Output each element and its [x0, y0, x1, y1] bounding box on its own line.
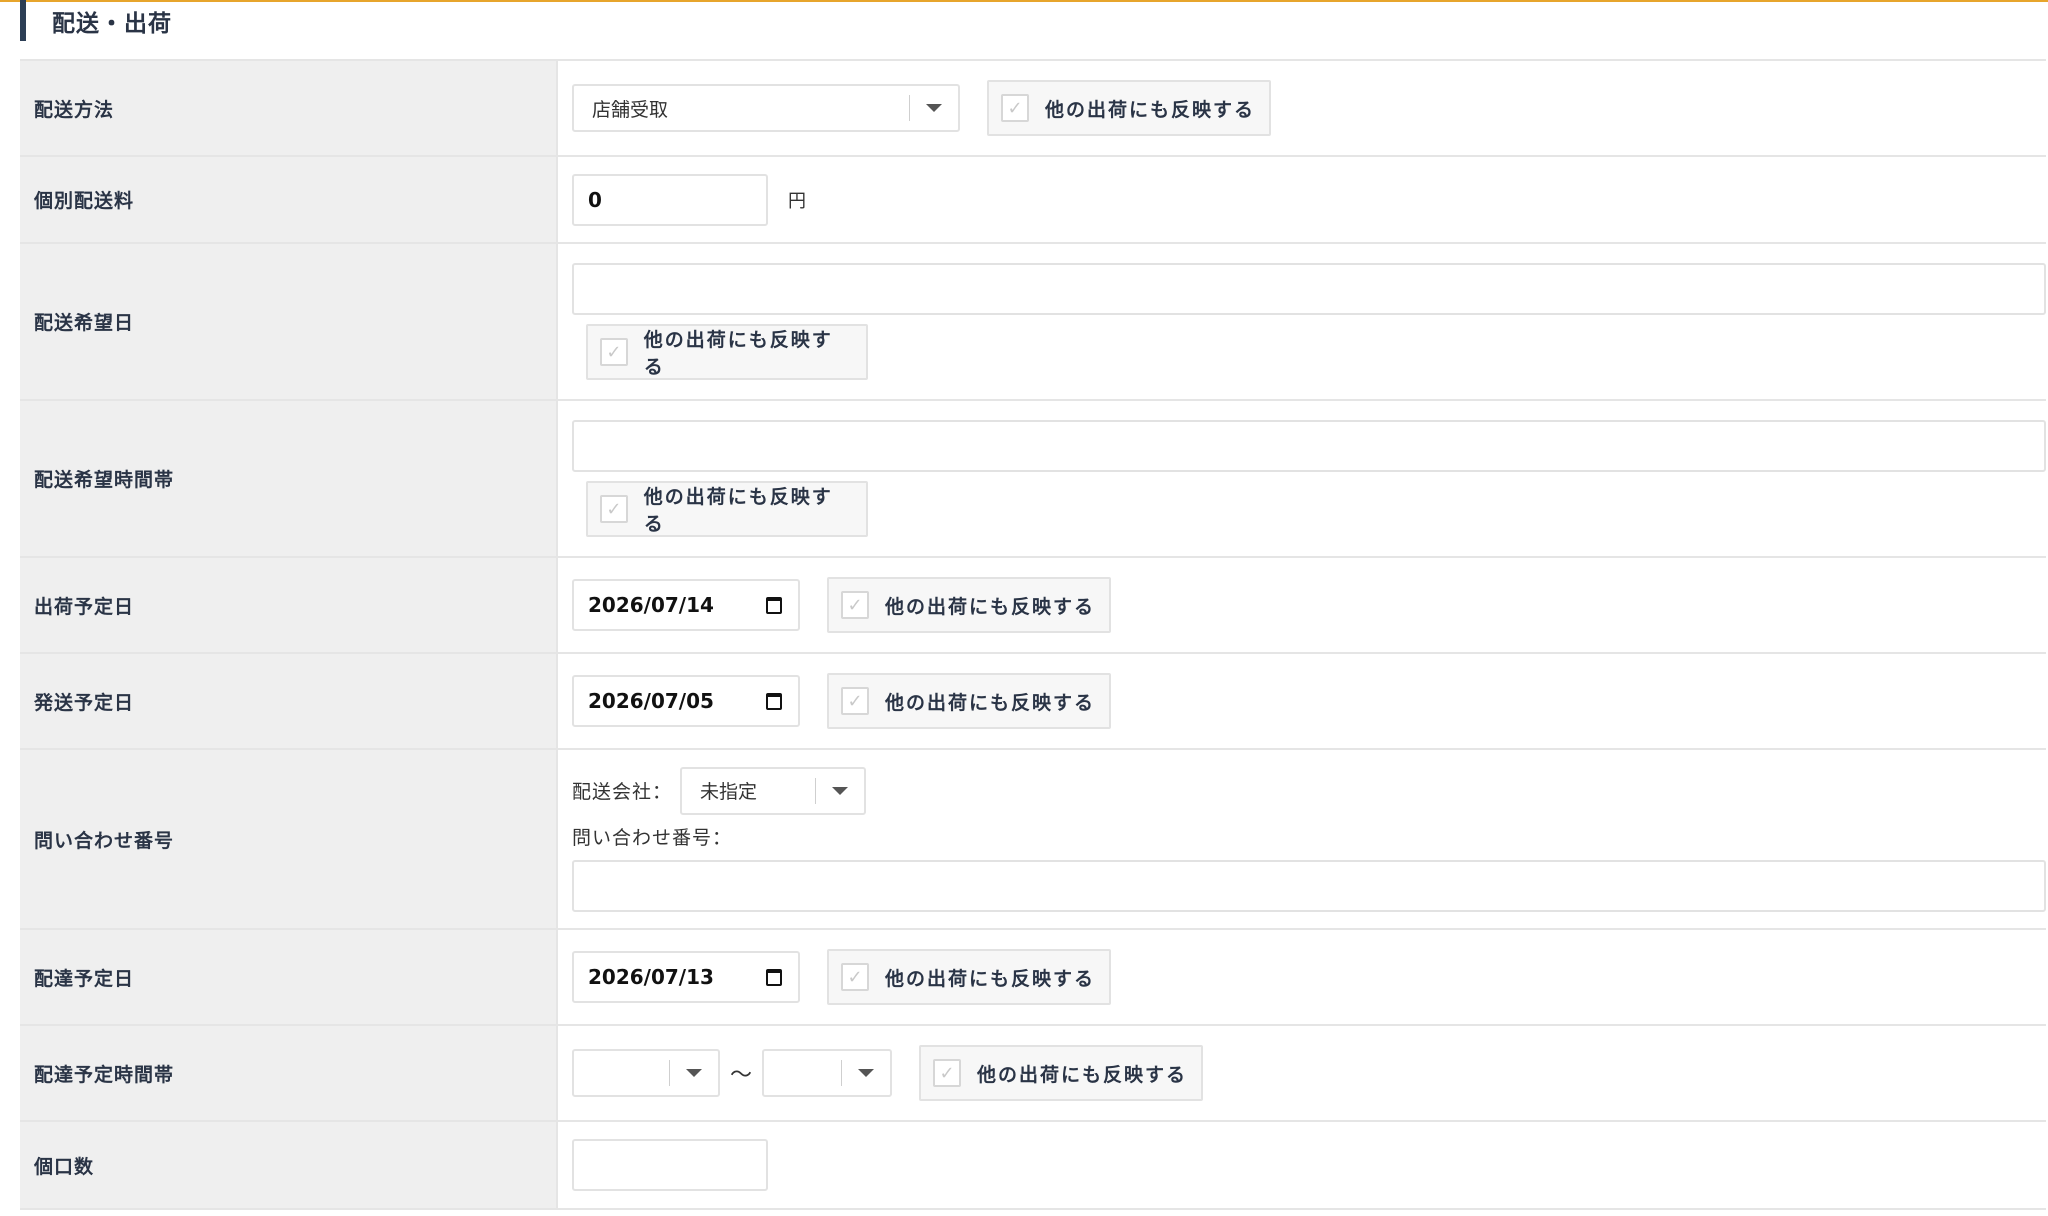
chevron-down-icon [816, 786, 864, 795]
chevron-down-icon [842, 1069, 890, 1077]
delivery-timeslot-input[interactable] [572, 420, 2046, 472]
label-delivery-date: 配送希望日 [20, 243, 558, 401]
top-accent-rule [0, 0, 2048, 2]
value-shipping-fee: 0 円 [557, 156, 2046, 244]
label-tracking: 問い合わせ番号 [20, 749, 558, 930]
timeslot-separator: 〜 [730, 1063, 753, 1088]
value-delivery-date: ✓ 他の出荷にも反映する [557, 243, 2046, 401]
label-shipping-fee: 個別配送料 [20, 156, 558, 244]
dispatch-date-reflect-checkbox[interactable]: ✓ 他の出荷にも反映する [827, 673, 1112, 729]
value-delivery-timeslot: ✓ 他の出荷にも反映する [557, 400, 2046, 558]
label-dispatch-date: 発送予定日 [20, 653, 558, 750]
reflect-label: 他の出荷にも反映する [1045, 98, 1256, 121]
delivery-method-select-value: 店舗受取 [592, 98, 669, 121]
delivery-method-reflect-checkbox[interactable]: ✓ 他の出荷にも反映する [987, 80, 1272, 136]
row-shipping-fee: 個別配送料 0 円 [20, 156, 2046, 244]
value-arrival-timeslot: 〜 ✓ 他の出荷にも反映する [557, 1025, 2046, 1122]
arrival-date-input[interactable]: 2026/07/13 [572, 951, 800, 1003]
row-delivery-date: 配送希望日 ✓ 他の出荷にも反映する [20, 243, 2046, 401]
delivery-method-select[interactable]: 店舗受取 [572, 84, 960, 132]
label-delivery-timeslot: 配送希望時間帯 [20, 400, 558, 558]
label-arrival-date: 配達予定日 [20, 929, 558, 1026]
delivery-date-reflect-checkbox[interactable]: ✓ 他の出荷にも反映する [586, 324, 868, 380]
label-ship-date: 出荷予定日 [20, 557, 558, 654]
arrival-date-reflect-checkbox[interactable]: ✓ 他の出荷にも反映する [827, 949, 1112, 1005]
shipping-fee-input[interactable]: 0 [572, 173, 768, 226]
checkmark-icon: ✓ [841, 963, 869, 991]
ship-date-input[interactable]: 2026/07/14 [572, 579, 800, 631]
chevron-down-icon [670, 1069, 718, 1077]
row-package-count: 個口数 [20, 1121, 2046, 1210]
row-arrival-date: 配達予定日 2026/07/13 ✓ 他の出荷にも反映する [20, 929, 2046, 1026]
arrival-timeslot-to-select[interactable] [762, 1049, 893, 1097]
ship-date-value: 2026/07/14 [588, 593, 714, 617]
calendar-icon[interactable] [766, 596, 782, 614]
row-delivery-timeslot: 配送希望時間帯 ✓ 他の出荷にも反映する [20, 400, 2046, 558]
section-title: 配送・出荷 [20, 0, 172, 41]
row-dispatch-date: 発送予定日 2026/07/05 ✓ 他の出荷にも反映する [20, 653, 2046, 750]
label-package-count: 個口数 [20, 1121, 558, 1210]
dispatch-date-input[interactable]: 2026/07/05 [572, 675, 800, 727]
checkmark-icon: ✓ [1001, 94, 1029, 122]
calendar-icon[interactable] [766, 968, 782, 986]
reflect-label: 他の出荷にも反映する [643, 329, 833, 378]
arrival-timeslot-from-select[interactable] [572, 1049, 720, 1097]
value-dispatch-date: 2026/07/05 ✓ 他の出荷にも反映する [557, 653, 2046, 750]
label-arrival-timeslot: 配達予定時間帯 [20, 1025, 558, 1122]
carrier-select-value: 未指定 [700, 781, 758, 803]
value-ship-date: 2026/07/14 ✓ 他の出荷にも反映する [557, 557, 2046, 654]
reflect-label: 他の出荷にも反映する [643, 486, 833, 535]
checkmark-icon: ✓ [600, 338, 628, 366]
package-count-input[interactable] [572, 1139, 768, 1191]
ship-date-reflect-checkbox[interactable]: ✓ 他の出荷にも反映する [827, 577, 1112, 633]
arrival-date-value: 2026/07/13 [588, 965, 714, 989]
reflect-label: 他の出荷にも反映する [885, 691, 1096, 714]
yen-unit: 円 [788, 190, 806, 212]
row-delivery-method: 配送方法 店舗受取 ✓ 他の出荷にも反映する [20, 59, 2046, 157]
tracking-number-label: 問い合わせ番号： [572, 826, 733, 849]
value-arrival-date: 2026/07/13 ✓ 他の出荷にも反映する [557, 929, 2046, 1026]
checkmark-icon: ✓ [841, 591, 869, 619]
calendar-icon[interactable] [766, 692, 782, 710]
value-tracking: 配送会社： 未指定 問い合わせ番号： [557, 749, 2046, 930]
delivery-timeslot-reflect-checkbox[interactable]: ✓ 他の出荷にも反映する [586, 481, 868, 537]
label-delivery-method: 配送方法 [20, 59, 558, 157]
row-arrival-timeslot: 配達予定時間帯 〜 ✓ 他の出荷にも反映する [20, 1025, 2046, 1122]
arrival-timeslot-reflect-checkbox[interactable]: ✓ 他の出荷にも反映する [919, 1045, 1204, 1101]
reflect-label: 他の出荷にも反映する [977, 1063, 1188, 1086]
shipping-form-table: 配送方法 店舗受取 ✓ 他の出荷にも反映する 個別配送料 0 円 配送希望日 ✓… [20, 59, 2046, 1210]
dispatch-date-value: 2026/07/05 [588, 689, 714, 713]
checkmark-icon: ✓ [933, 1059, 962, 1087]
delivery-date-input[interactable] [572, 263, 2046, 315]
reflect-label: 他の出荷にも反映する [885, 967, 1096, 990]
checkmark-icon: ✓ [600, 495, 628, 523]
chevron-down-icon [910, 104, 958, 112]
value-package-count [557, 1121, 2046, 1210]
carrier-label: 配送会社： [572, 781, 673, 803]
row-ship-date: 出荷予定日 2026/07/14 ✓ 他の出荷にも反映する [20, 557, 2046, 654]
row-tracking: 問い合わせ番号 配送会社： 未指定 問い合わせ番号： [20, 749, 2046, 930]
reflect-label: 他の出荷にも反映する [885, 595, 1096, 618]
tracking-number-input[interactable] [572, 859, 2046, 912]
checkmark-icon: ✓ [841, 687, 869, 715]
carrier-select[interactable]: 未指定 [680, 766, 867, 815]
value-delivery-method: 店舗受取 ✓ 他の出荷にも反映する [557, 59, 2046, 157]
